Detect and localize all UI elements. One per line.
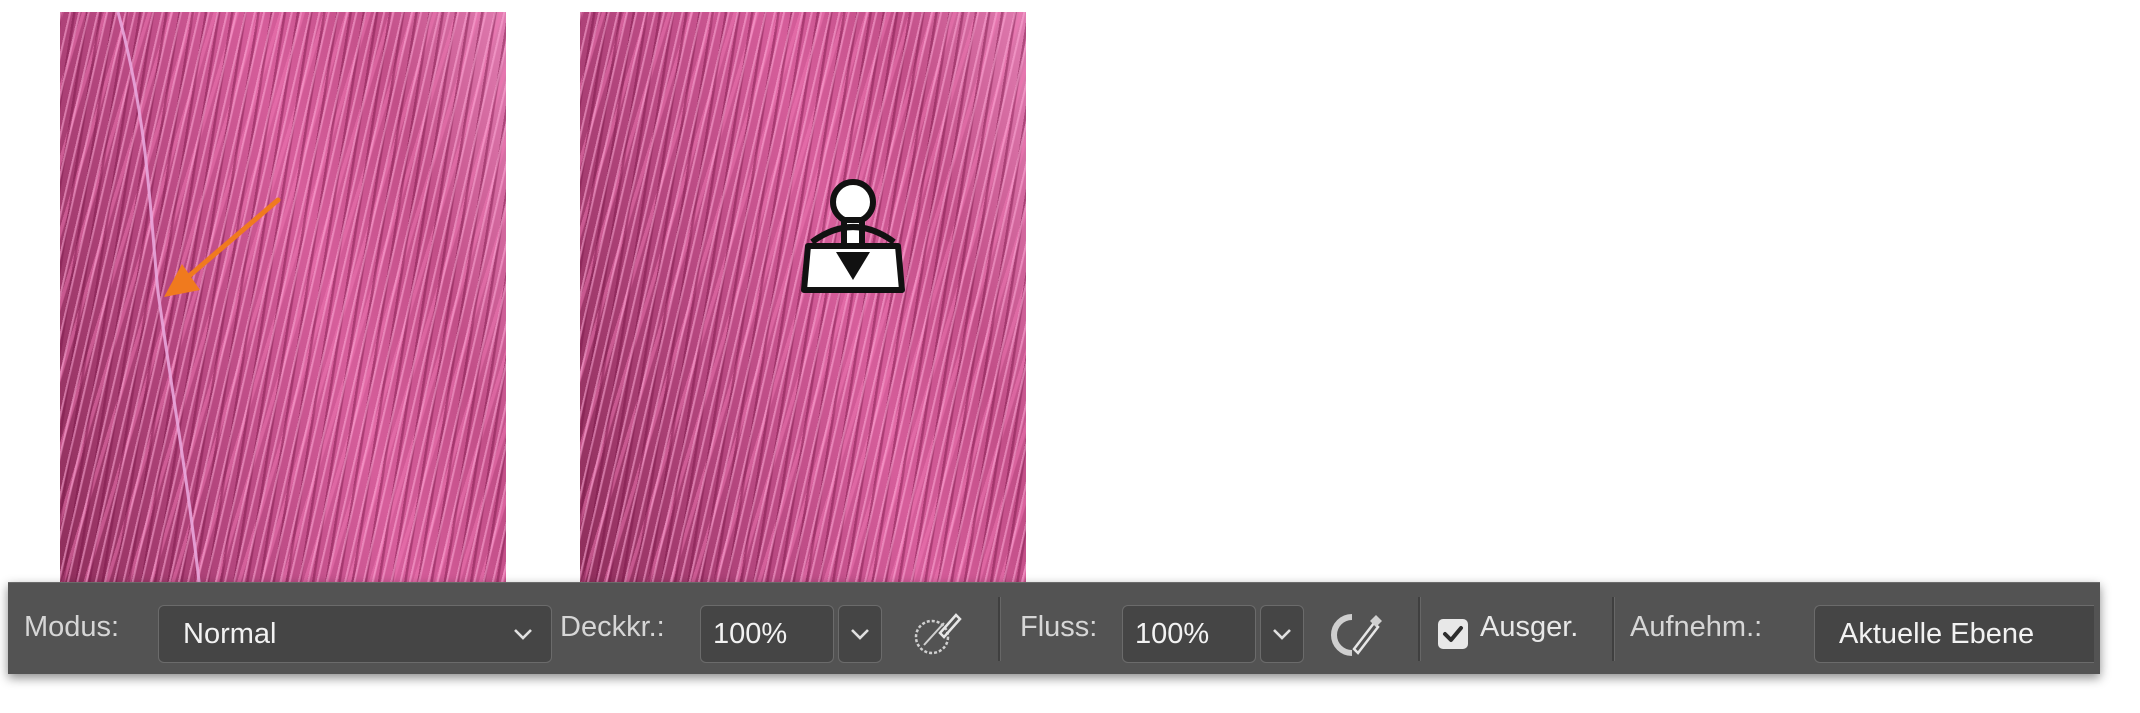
- mode-dropdown[interactable]: Normal: [158, 605, 552, 663]
- aligned-checkbox[interactable]: [1438, 619, 1468, 649]
- aligned-label: Ausger.: [1480, 611, 1579, 643]
- separator: [1612, 597, 1615, 661]
- flow-value: 100%: [1135, 618, 1210, 650]
- flow-input[interactable]: 100%: [1122, 605, 1256, 663]
- flow-dropdown-button[interactable]: [1260, 605, 1304, 663]
- opacity-input[interactable]: 100%: [700, 605, 834, 663]
- sample-label: Aufnehm.:: [1630, 611, 1763, 643]
- separator: [1418, 597, 1421, 661]
- before-image: [60, 12, 506, 590]
- chevron-down-icon: [1273, 629, 1291, 640]
- opacity-value: 100%: [713, 618, 788, 650]
- mode-label: Modus:: [24, 611, 120, 643]
- opacity-label: Deckkr.:: [560, 611, 665, 643]
- tool-options-bar: Modus: Normal Deckkr.: 100% Fluss: 100% …: [8, 582, 2100, 674]
- opacity-dropdown-button[interactable]: [838, 605, 882, 663]
- pressure-opacity-icon[interactable]: [910, 609, 964, 659]
- checkmark-icon: [1443, 626, 1463, 642]
- arrow-icon: [164, 197, 281, 297]
- mode-value: Normal: [183, 618, 277, 650]
- chevron-down-icon: [851, 629, 869, 640]
- airbrush-icon[interactable]: [1330, 609, 1384, 659]
- sample-dropdown[interactable]: Aktuelle Ebene: [1814, 605, 2094, 663]
- after-image: [580, 12, 1026, 590]
- sample-value: Aktuelle Ebene: [1839, 618, 2035, 650]
- flow-label: Fluss:: [1020, 611, 1098, 643]
- chevron-down-icon: [501, 606, 545, 662]
- separator: [998, 597, 1001, 661]
- clone-stamp-cursor-icon: [801, 179, 905, 293]
